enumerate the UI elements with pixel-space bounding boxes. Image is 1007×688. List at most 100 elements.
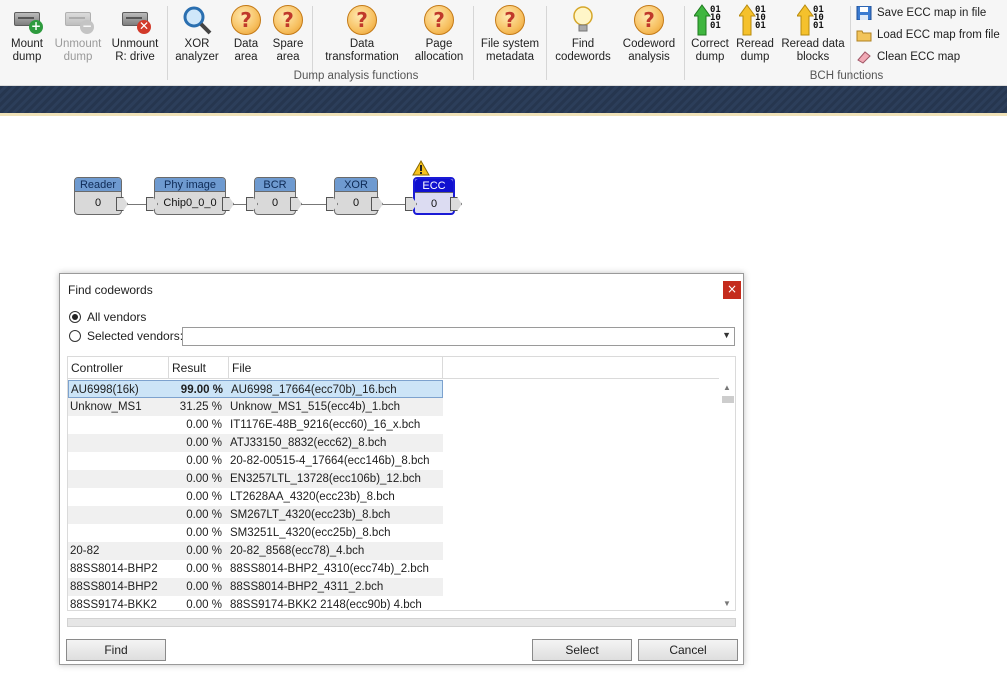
green-arrow-bits-icon: 01 10 01 <box>694 4 726 36</box>
file-system-metadata-button[interactable]: ? File system metadata <box>478 4 542 64</box>
pipeline-node-reader[interactable]: Reader 0 <box>74 177 122 215</box>
find-codewords-button[interactable]: Find codewords <box>552 4 614 64</box>
output-port[interactable] <box>116 197 128 211</box>
column-header-result[interactable]: Result <box>169 357 229 379</box>
header-band-accent <box>0 113 1007 116</box>
data-transformation-button[interactable]: ? Data transformation <box>320 4 404 64</box>
table-row[interactable]: 0.00 % LT2628AA_4320(ecc23b)_8.bch <box>68 488 443 506</box>
question-icon: ? <box>230 4 262 36</box>
selected-vendors-label: Selected vendors: <box>87 329 184 343</box>
spare-area-button[interactable]: ? Spare area <box>268 4 308 64</box>
save-ecc-map-button[interactable]: Save ECC map in file <box>856 4 986 22</box>
save-icon <box>856 5 872 21</box>
pipeline-node-ecc[interactable]: ECC 0 <box>413 177 455 215</box>
node-value: 0 <box>430 198 438 210</box>
find-button[interactable]: Find <box>66 639 166 661</box>
question-icon: ? <box>346 4 378 36</box>
question-icon: ? <box>494 4 526 36</box>
output-port[interactable] <box>222 197 234 211</box>
warning-icon <box>412 160 430 176</box>
column-header-controller[interactable]: Controller <box>68 357 169 379</box>
table-row[interactable]: 0.00 % IT1176E-48B_9216(ecc60)_16_x.bch <box>68 416 443 434</box>
node-title: Reader <box>75 178 121 192</box>
close-icon[interactable]: × <box>723 281 741 299</box>
codeword-analysis-button[interactable]: ? Codeword analysis <box>618 4 680 64</box>
reread-dump-button[interactable]: 01 10 01 Reread dump <box>734 4 776 64</box>
scroll-down-icon[interactable]: ▼ <box>723 599 731 608</box>
table-row[interactable]: 0.00 % 20-82-00515-4_17664(ecc146b)_8.bch <box>68 452 443 470</box>
select-button[interactable]: Select <box>532 639 632 661</box>
table-row[interactable]: 0.00 % SM3251L_4320(ecc25b)_8.bch <box>68 524 443 542</box>
correct-dump-button[interactable]: 01 10 01 Correct dump <box>688 4 732 64</box>
node-value: 0 <box>271 197 279 209</box>
output-port[interactable] <box>290 197 302 211</box>
node-title: BCR <box>255 178 295 192</box>
table-row[interactable]: 88SS8014-BHP2 0.00 % 88SS8014-BHP2_4311_2.… <box>68 578 443 596</box>
folder-open-icon <box>856 28 872 42</box>
pipeline-node-phy-image[interactable]: Phy image Chip0_0_0 <box>154 177 226 215</box>
eraser-icon <box>856 50 872 64</box>
reread-data-blocks-button[interactable]: 01 10 01 Reread data blocks <box>779 4 847 64</box>
separator <box>684 6 685 80</box>
remove-drive-icon: ✕ <box>119 4 151 36</box>
node-title: Phy image <box>155 178 225 192</box>
column-header-empty <box>443 357 719 379</box>
scroll-up-icon[interactable]: ▲ <box>723 383 731 392</box>
page-allocation-button[interactable]: ? Page allocation <box>410 4 468 64</box>
separator <box>473 6 474 80</box>
dialog-title: Find codewords <box>68 283 153 297</box>
group-label-dump-analysis: Dump analysis functions <box>293 70 419 82</box>
table-row[interactable]: 0.00 % SM267LT_4320(ecc23b)_8.bch <box>68 506 443 524</box>
chevron-down-icon: ▼ <box>722 330 731 340</box>
yellow-arrow-bits-icon: 01 10 01 <box>739 4 771 36</box>
cancel-button[interactable]: Cancel <box>638 639 738 661</box>
table-row[interactable]: AU6998(16k) 99.00 % AU6998_17664(ecc70b)_1… <box>68 380 443 398</box>
all-vendors-label: All vendors <box>87 310 147 324</box>
unmount-dump-button[interactable]: − Unmount dump <box>53 4 103 64</box>
node-title: ECC <box>415 179 453 193</box>
table-row[interactable]: 88SS8014-BHP2 0.00 % 88SS8014-BHP2_4310(ec… <box>68 560 443 578</box>
clean-ecc-map-button[interactable]: Clean ECC map <box>856 48 960 66</box>
header-band <box>0 86 1007 113</box>
unmount-r-drive-button[interactable]: ✕ Unmount R: drive <box>109 4 161 64</box>
find-codewords-dialog: Find codewords × All vendors Selected ve… <box>59 273 744 665</box>
output-port[interactable] <box>450 197 462 211</box>
table-row[interactable]: Unknow_MS1 31.25 % Unknow_MS1_515(ecc4b)_1… <box>68 398 443 416</box>
load-ecc-map-button[interactable]: Load ECC map from file <box>856 26 1000 44</box>
results-table: Controller Result File AU6998(16k) 99.00 … <box>67 356 736 611</box>
pipeline-node-bcr[interactable]: BCR 0 <box>254 177 296 215</box>
separator <box>312 6 313 80</box>
yellow-arrow-bits-icon: 01 10 01 <box>797 4 829 36</box>
question-icon: ? <box>272 4 304 36</box>
table-row[interactable]: 0.00 % ATJ33150_8832(ecc62)_8.bch <box>68 434 443 452</box>
horizontal-scrollbar[interactable] <box>67 618 736 627</box>
separator <box>546 6 547 80</box>
lightbulb-icon <box>567 4 599 36</box>
question-icon: ? <box>423 4 455 36</box>
output-port[interactable] <box>371 197 383 211</box>
node-value: 0 <box>352 197 360 209</box>
data-area-button[interactable]: ? Data area <box>226 4 266 64</box>
ribbon-toolbar: + Mount dump − Unmount dump ✕ Unmount R: dr… <box>0 0 1007 86</box>
vertical-scrollbar[interactable]: ▲ ▼ <box>720 380 735 610</box>
question-icon: ? <box>633 4 665 36</box>
node-title: XOR <box>335 178 377 192</box>
xor-analyzer-button[interactable]: XOR analyzer <box>174 4 220 64</box>
table-row[interactable]: 0.00 % EN3257LTL_13728(ecc106b)_12.bch <box>68 470 443 488</box>
selected-vendors-radio[interactable] <box>69 330 81 342</box>
mount-dump-button[interactable]: + Mount dump <box>6 4 48 64</box>
node-value: 0 <box>94 197 102 209</box>
mount-drive-icon: + <box>11 4 43 36</box>
separator <box>850 6 851 80</box>
table-row[interactable]: 88SS9174-BKK2 0.00 % 88SS9174-BKK2 2148(ec… <box>68 596 443 610</box>
scroll-thumb[interactable] <box>722 396 734 403</box>
separator <box>167 6 168 80</box>
vendor-select[interactable]: ▼ <box>182 327 735 346</box>
table-row[interactable]: 20-82 0.00 % 20-82_8568(ecc78)_4.bch <box>68 542 443 560</box>
all-vendors-radio[interactable] <box>69 311 81 323</box>
magnifier-icon <box>181 4 213 36</box>
group-label-bch: BCH functions <box>809 70 884 82</box>
unmount-drive-icon: − <box>62 4 94 36</box>
column-header-file[interactable]: File <box>229 357 443 379</box>
node-value: Chip0_0_0 <box>163 197 217 209</box>
